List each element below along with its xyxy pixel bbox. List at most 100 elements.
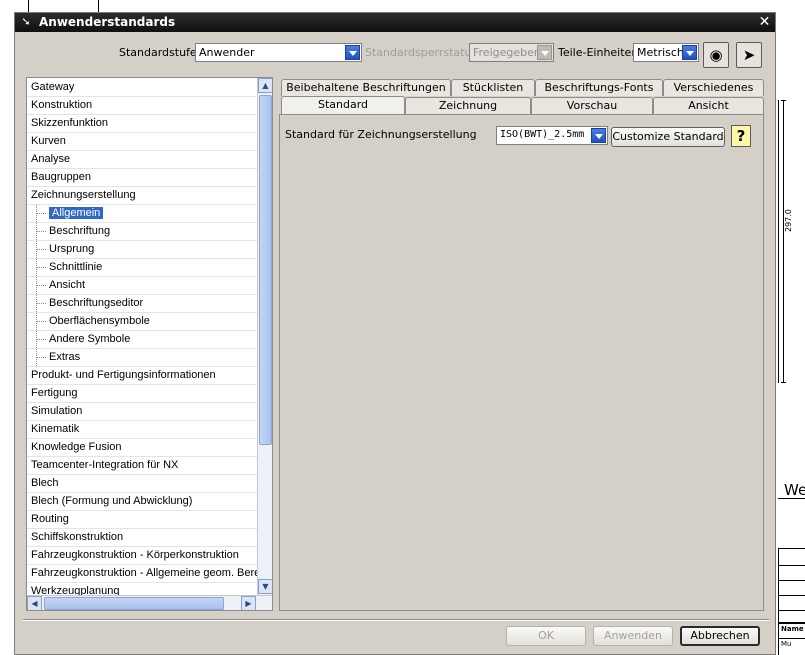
tree-item[interactable]: Zeichnungserstellung (27, 187, 257, 205)
tree-subitem[interactable]: Beschriftung (27, 223, 257, 241)
tree-item-label: Schnittlinie (49, 261, 103, 273)
tree-item-label: Beschriftung (49, 225, 111, 237)
tree-subitem[interactable]: Ansicht (27, 277, 257, 295)
scroll-left-icon[interactable]: ◀ (27, 596, 42, 610)
tree-item-label: Allgemein (49, 207, 104, 219)
tree-item-label: Extras (49, 351, 81, 363)
tab-ansicht[interactable]: Ansicht (653, 97, 764, 114)
tree-item[interactable]: Fertigung (27, 385, 257, 403)
scroll-down-icon[interactable]: ▼ (258, 579, 272, 594)
title-block-name: Name (781, 625, 804, 633)
title-block-line (778, 580, 805, 581)
binoculars-icon[interactable]: ◉ (703, 42, 729, 68)
title-block-line (778, 610, 805, 611)
tree-item-label: Andere Symbole (49, 333, 131, 345)
tab-beibehaltene-beschriftungen[interactable]: Beibehaltene Beschriftungen (281, 79, 451, 96)
tree-item[interactable]: Schiffskonstruktion (27, 529, 257, 547)
title-block-line (778, 548, 805, 549)
tree-subitem[interactable]: Schnittlinie (27, 259, 257, 277)
title-bar[interactable]: ➘ Anwenderstandards ✕ (15, 13, 775, 32)
tree-item-label: Fertigung (31, 387, 78, 399)
sperrstatus-label: Standardsperrstatus (365, 46, 478, 59)
tree-item-label: Knowledge Fusion (31, 441, 122, 453)
vertical-scrollbar[interactable]: ▲ ▼ (257, 78, 272, 595)
teile-einheiten-label: Teile-Einheiten (558, 46, 639, 59)
tab-vorschau[interactable]: Vorschau (531, 97, 653, 114)
eraser-icon[interactable]: ➤ (736, 42, 762, 68)
standard-select[interactable]: ISO(BWT)_2.5mm (496, 126, 608, 145)
tree-subitem[interactable]: Extras (27, 349, 257, 367)
tree-item[interactable]: Produkt- und Fertigungsinformationen (27, 367, 257, 385)
tree-item-label: Analyse (31, 153, 71, 165)
tree-item[interactable]: Knowledge Fusion (27, 439, 257, 457)
standardstufe-label: Standardstufe (119, 46, 197, 59)
tab-standard[interactable]: Standard (281, 96, 405, 115)
tree-item[interactable]: Fahrzeugkonstruktion - Allgemeine geom. … (27, 565, 257, 583)
tree-item-label: Routing (31, 513, 69, 525)
tree-item[interactable]: Fahrzeugkonstruktion - Körperkonstruktio… (27, 547, 257, 565)
horizontal-scroll-thumb[interactable] (44, 597, 224, 610)
vertical-scroll-thumb[interactable] (259, 95, 272, 445)
tree-item-label: Konstruktion (31, 99, 93, 111)
standard-field-label: Standard für Zeichnungserstellung (285, 128, 477, 141)
tab-panel-standard: Standard für Zeichnungserstellung ISO(BW… (279, 114, 764, 611)
tab-stuecklisten[interactable]: Stücklisten (451, 79, 535, 96)
tree-subitem[interactable]: Andere Symbole (27, 331, 257, 349)
tree-subitem[interactable]: Oberflächensymbole (27, 313, 257, 331)
tab-zeichnung[interactable]: Zeichnung (405, 97, 531, 114)
tree-item-label: Teamcenter-Integration für NX (31, 459, 179, 471)
drawing-partial-text: We (784, 481, 805, 499)
drawing-frame-line (778, 100, 779, 383)
tree-item[interactable]: Kinematik (27, 421, 257, 439)
teile-einheiten-value: Metrisch (637, 46, 684, 59)
category-tree[interactable]: Gateway Konstruktion Skizzenfunktion Kurven… (26, 77, 273, 611)
title-block-line (778, 638, 805, 639)
tree-item-label: Zeichnungserstellung (31, 189, 136, 201)
user-defaults-dialog: ➘ Anwenderstandards ✕ Standardstufe Anwe… (14, 12, 776, 655)
tree-item[interactable]: Gateway (27, 79, 257, 97)
tree-item[interactable]: Blech (27, 475, 257, 493)
tab-beschriftungs-fonts[interactable]: Beschriftungs-Fonts (535, 79, 663, 96)
ok-button[interactable]: OK (506, 626, 586, 646)
tree-item-label: Simulation (31, 405, 83, 417)
tree-item-label: Schiffskonstruktion (31, 531, 124, 543)
tree-subitem[interactable]: Ursprung (27, 241, 257, 259)
horizontal-scrollbar[interactable]: ◀ ▶ (27, 595, 272, 610)
teile-einheiten-select[interactable]: Metrisch (633, 43, 699, 62)
tree-subitem[interactable]: Allgemein (27, 205, 257, 223)
tree-item-label: Kurven (31, 135, 66, 147)
tree-item[interactable]: Teamcenter-Integration für NX (27, 457, 257, 475)
drawing-dim-line (783, 100, 784, 383)
title-block-line (778, 565, 805, 566)
standardstufe-value: Anwender (199, 46, 255, 59)
tree-item-label: Skizzenfunktion (31, 117, 109, 129)
tree-subitem[interactable]: Beschriftungseditor (27, 295, 257, 313)
tree-item[interactable]: Konstruktion (27, 97, 257, 115)
sperrstatus-select: Freigegeben (469, 43, 554, 62)
scroll-right-icon[interactable]: ▶ (241, 596, 256, 610)
title-block-sub: Mu (781, 640, 792, 648)
tree-item[interactable]: Kurven (27, 133, 257, 151)
scroll-up-icon[interactable]: ▲ (258, 78, 272, 93)
standardstufe-select[interactable]: Anwender (195, 43, 362, 62)
tree-item[interactable]: Analyse (27, 151, 257, 169)
close-icon[interactable]: ✕ (757, 14, 772, 30)
drawing-line (98, 0, 99, 12)
help-icon[interactable]: ? (731, 125, 751, 147)
tree-item[interactable]: Routing (27, 511, 257, 529)
chevron-down-icon (537, 45, 552, 60)
chevron-down-icon (682, 45, 697, 60)
tree-item[interactable]: Simulation (27, 403, 257, 421)
customize-standard-button[interactable]: Customize Standard (611, 127, 725, 147)
tree-item[interactable]: Skizzenfunktion (27, 115, 257, 133)
tab-verschiedenes[interactable]: Verschiedenes (663, 79, 764, 96)
standard-value: ISO(BWT)_2.5mm (500, 129, 585, 140)
footer-separator (23, 619, 769, 621)
tree-item-label: Beschriftungseditor (49, 297, 144, 309)
sperrstatus-value: Freigegeben (473, 46, 541, 59)
tree-item[interactable]: Blech (Formung und Abwicklung) (27, 493, 257, 511)
apply-button[interactable]: Anwenden (593, 626, 673, 646)
tree-item[interactable]: Baugruppen (27, 169, 257, 187)
drawing-line (28, 0, 29, 12)
cancel-button[interactable]: Abbrechen (680, 626, 760, 646)
